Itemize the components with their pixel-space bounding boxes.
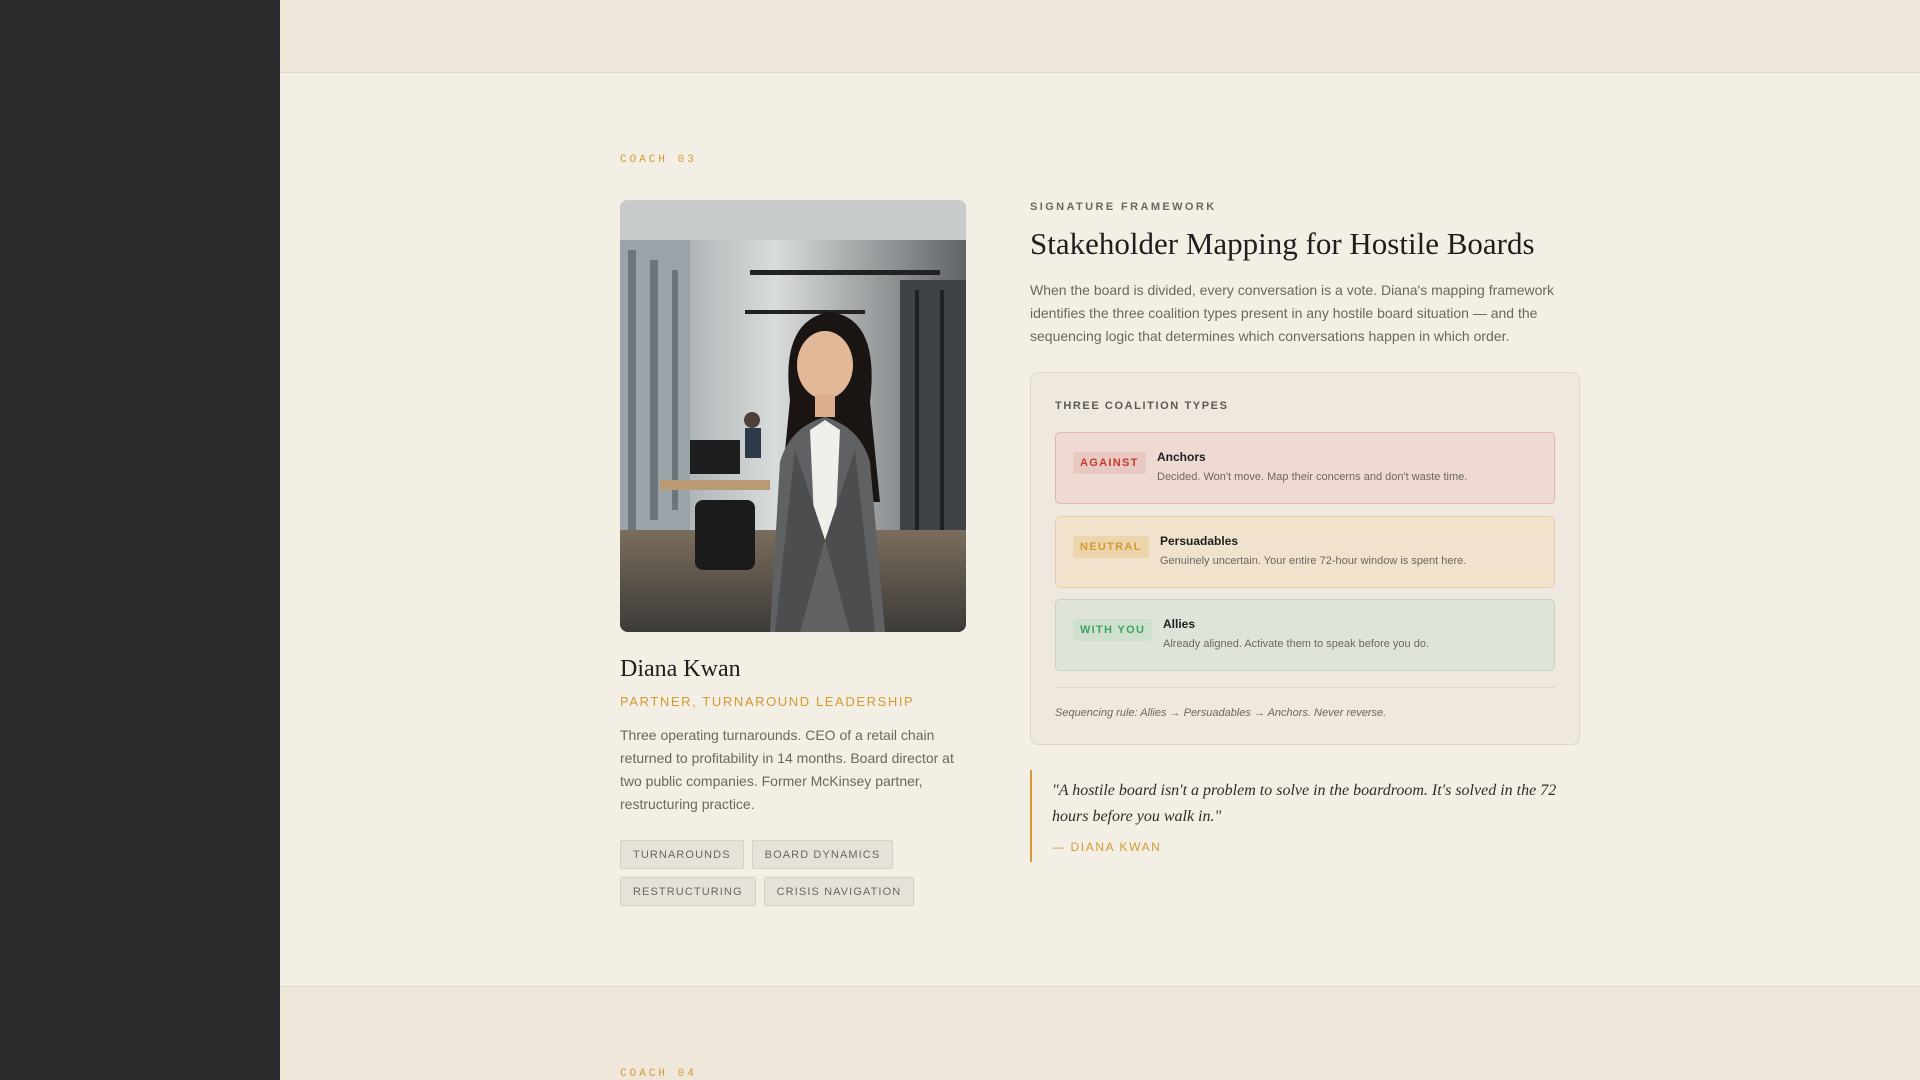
tag-crisis-navigation: CRISIS NAVIGATION: [763, 877, 915, 906]
status-badge-neutral: NEUTRAL: [1073, 536, 1149, 558]
coalition-row-allies: WITH YOU Allies Already aligned. Activat…: [1055, 599, 1555, 671]
coalition-description: Genuinely uncertain. Your entire 72-hour…: [1160, 555, 1467, 567]
coach-bio: Three operating turnarounds. CEO of a re…: [620, 727, 954, 812]
status-badge-against: AGAINST: [1073, 452, 1146, 474]
framework-description: When the board is divided, every convers…: [1030, 282, 1555, 344]
coalition-name: Allies: [1163, 617, 1196, 631]
coach-quote: "A hostile board isn't a problem to solv…: [1030, 770, 1580, 862]
coalition-description: Decided. Won't move. Map their concerns …: [1157, 471, 1468, 483]
coalition-name: Persuadables: [1160, 534, 1239, 548]
coalition-description: Already aligned. Activate them to speak …: [1163, 638, 1429, 650]
coalition-card: THREE COALITION TYPES AGAINST Anchors De…: [1030, 372, 1580, 745]
coalition-row-persuadables: NEUTRAL Persuadables Genuinely uncertain…: [1055, 516, 1555, 588]
tag-restructuring: RESTRUCTURING: [620, 877, 756, 906]
coalition-row-anchors: AGAINST Anchors Decided. Won't move. Map…: [1055, 432, 1555, 504]
next-section-band: [280, 986, 1920, 1080]
sidebar: [0, 0, 280, 1080]
coach-name: Diana Kwan: [620, 656, 741, 682]
framework-title: Stakeholder Mapping for Hostile Boards: [1030, 226, 1535, 261]
quote-author: — DIANA KWAN: [1052, 840, 1162, 854]
section-top-band: [280, 0, 1920, 73]
quote-text: "A hostile board isn't a problem to solv…: [1052, 782, 1557, 825]
coalition-name: Anchors: [1157, 450, 1206, 464]
framework-label: SIGNATURE FRAMEWORK: [1030, 201, 1217, 213]
coach-photo: [620, 200, 966, 632]
tag-board-dynamics: BOARD DYNAMICS: [751, 840, 894, 869]
status-badge-with-you: WITH YOU: [1073, 619, 1153, 641]
coach-title: PARTNER, TURNAROUND LEADERSHIP: [620, 694, 915, 709]
next-coach-section-label: COACH 04: [620, 1068, 697, 1080]
coalition-card-label: THREE COALITION TYPES: [1055, 400, 1229, 412]
card-divider: [1055, 687, 1555, 688]
coach-section-label: COACH 03: [620, 154, 697, 166]
expertise-tags: TURNAROUNDS BOARD DYNAMICS RESTRUCTURING…: [620, 840, 980, 906]
tag-turnarounds: TURNAROUNDS: [620, 840, 744, 869]
sequencing-rule: Sequencing rule: Allies → Persuadables →…: [1055, 707, 1387, 719]
